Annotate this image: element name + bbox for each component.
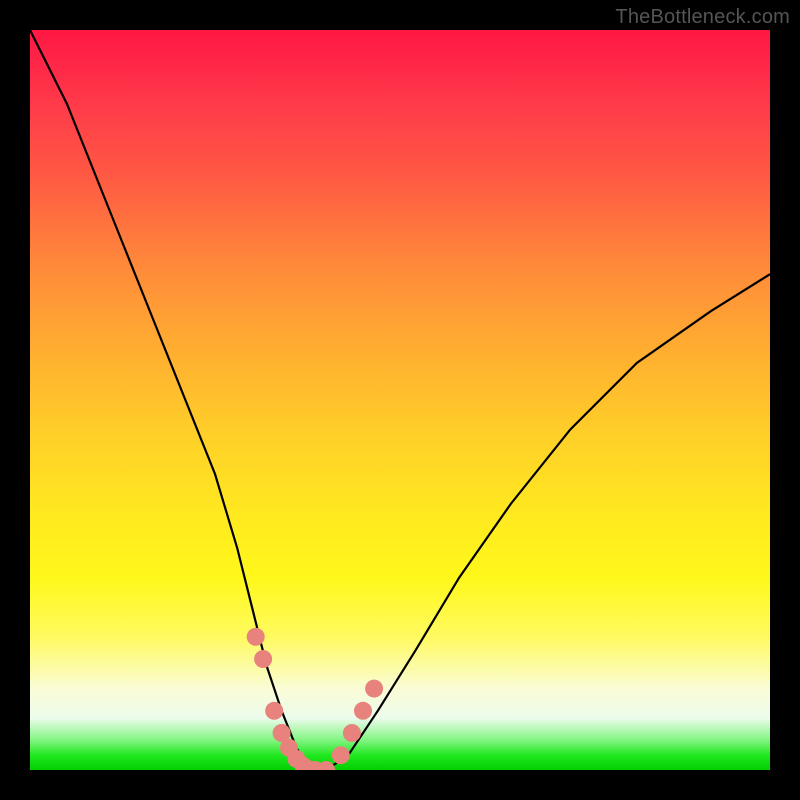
data-marker: [354, 702, 372, 720]
data-marker: [332, 746, 350, 764]
data-marker: [343, 724, 361, 742]
data-marker: [365, 680, 383, 698]
watermark-text: TheBottleneck.com: [615, 6, 790, 29]
data-marker: [265, 702, 283, 720]
bottleneck-curve: [30, 30, 770, 770]
data-markers: [247, 628, 383, 770]
chart-plot-area: [30, 30, 770, 770]
chart-svg: [30, 30, 770, 770]
data-marker: [317, 761, 335, 770]
data-marker: [247, 628, 265, 646]
data-marker: [254, 650, 272, 668]
